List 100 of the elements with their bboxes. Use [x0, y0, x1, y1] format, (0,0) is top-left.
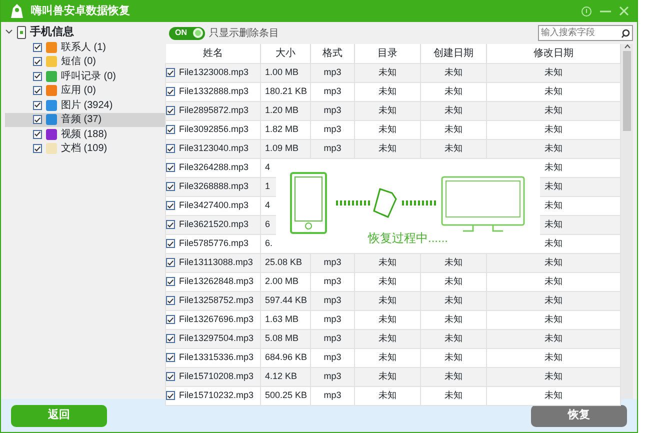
- sidebar-item[interactable]: 应用 (0): [5, 84, 165, 98]
- sidebar-item[interactable]: 呼叫记录 (0): [5, 69, 165, 84]
- row-checkbox[interactable]: [166, 87, 175, 96]
- column-header[interactable]: 大小: [260, 44, 310, 63]
- checkbox[interactable]: [33, 86, 42, 96]
- table-cell: 未知: [354, 101, 420, 120]
- sidebar-item[interactable]: 视频 (188): [5, 127, 165, 142]
- table-cell: 1.00 MB: [260, 63, 310, 82]
- sidebar-item[interactable]: 音频 (37): [5, 112, 165, 127]
- table-cell: 597.44 KB: [260, 291, 310, 310]
- table-cell: 未知: [354, 386, 420, 405]
- sidebar-item[interactable]: 短信 (0): [5, 54, 165, 69]
- table-cell: 未知: [420, 101, 486, 120]
- checkbox[interactable]: [33, 144, 42, 154]
- table-cell: 未知: [354, 348, 420, 367]
- file-name: File3621520.mp3: [179, 218, 249, 231]
- row-checkbox[interactable]: [166, 334, 175, 343]
- checkbox[interactable]: [33, 100, 42, 110]
- row-checkbox[interactable]: [166, 258, 175, 267]
- table-cell: 未知: [420, 367, 486, 386]
- scrollbar[interactable]: [621, 44, 633, 399]
- checkbox[interactable]: [33, 42, 42, 52]
- row-checkbox[interactable]: [166, 239, 175, 248]
- file-name: File5785776.mp3: [179, 236, 249, 250]
- table-cell: 未知: [420, 329, 486, 348]
- table-cell: mp3: [310, 82, 354, 101]
- column-header[interactable]: 姓名: [166, 44, 260, 63]
- table-cell: 未知: [420, 63, 486, 82]
- table-cell: 未知: [420, 348, 486, 367]
- row-checkbox[interactable]: [166, 220, 175, 229]
- table-cell: 5.08 MB: [260, 329, 310, 348]
- table-cell: 未知: [354, 291, 420, 310]
- table-cell: 未知: [354, 272, 420, 291]
- item-label: 文档 (109): [61, 142, 108, 156]
- checkbox[interactable]: [33, 130, 42, 139]
- sidebar-item[interactable]: 文档 (109): [5, 142, 165, 156]
- file-name: File13315336.mp3: [179, 350, 254, 364]
- window-title: 嗨叫兽安卓数据恢复: [31, 4, 130, 19]
- file-name: File1332888.mp3: [179, 84, 249, 98]
- table-cell: 500.25 KB: [260, 386, 310, 405]
- table-cell: 未知: [420, 272, 486, 291]
- file-name: File3092856.mp3: [179, 122, 249, 136]
- row-checkbox[interactable]: [166, 372, 175, 381]
- row-checkbox[interactable]: [166, 277, 175, 286]
- table-cell: 未知: [486, 139, 620, 158]
- row-checkbox[interactable]: [166, 106, 175, 115]
- tree-root-label[interactable]: 手机信息: [30, 24, 74, 40]
- table-cell: 25.08 KB: [260, 253, 310, 272]
- table-cell: 684.96 KB: [260, 348, 310, 367]
- search-field[interactable]: 输入搜索字段: [538, 25, 633, 41]
- table-cell: 未知: [486, 63, 620, 82]
- toggle-switch[interactable]: ON: [169, 26, 205, 40]
- table-cell: 未知: [354, 310, 420, 329]
- column-header[interactable]: 格式: [310, 44, 354, 63]
- sidebar-item[interactable]: 图片 (3924): [5, 98, 165, 112]
- sidebar-item[interactable]: 联系人 (1): [5, 40, 165, 54]
- column-header[interactable]: 修改日期: [486, 44, 620, 63]
- scroll-up-icon[interactable]: [624, 44, 630, 49]
- table-cell: 未知: [420, 253, 486, 272]
- row-checkbox[interactable]: [166, 163, 175, 172]
- row-checkbox[interactable]: [166, 125, 175, 134]
- table-cell: 未知: [486, 367, 620, 386]
- chevron-down-icon[interactable]: [5, 29, 13, 35]
- table-cell: 1.82 MB: [260, 120, 310, 139]
- scrollbar-thumb[interactable]: [623, 51, 631, 131]
- checkbox[interactable]: [33, 115, 42, 124]
- row-checkbox[interactable]: [166, 182, 175, 191]
- row-checkbox[interactable]: [166, 391, 175, 400]
- table-cell: 未知: [486, 386, 620, 405]
- column-header[interactable]: 目录: [354, 44, 420, 63]
- table-cell: 未知: [486, 272, 620, 291]
- column-header[interactable]: 创建日期: [420, 44, 486, 63]
- file-name: File2895872.mp3: [179, 104, 249, 117]
- table-cell: 未知: [486, 310, 620, 329]
- row-checkbox[interactable]: [166, 296, 175, 305]
- table-cell: mp3: [310, 120, 354, 139]
- row-checkbox[interactable]: [166, 68, 175, 77]
- table-cell: 未知: [354, 139, 420, 158]
- file-name: File13267696.mp3: [179, 312, 254, 326]
- search-icon: [621, 28, 630, 38]
- row-checkbox[interactable]: [166, 201, 175, 210]
- table-cell: 未知: [420, 291, 486, 310]
- item-label: 呼叫记录 (0): [61, 70, 116, 84]
- file-name: File13262848.mp3: [179, 274, 254, 288]
- table-cell: 未知: [486, 291, 620, 310]
- table-cell: 未知: [354, 120, 420, 139]
- item-label: 联系人 (1): [61, 40, 106, 55]
- table-cell: 1.20 MB: [260, 101, 310, 120]
- item-label: 图片 (3924): [61, 98, 113, 113]
- table-cell: mp3: [310, 329, 354, 348]
- table-cell: mp3: [310, 253, 354, 272]
- table-cell: 1.09 MB: [260, 139, 310, 158]
- row-checkbox[interactable]: [166, 315, 175, 324]
- recover-button[interactable]: 恢复: [531, 404, 627, 426]
- row-checkbox[interactable]: [166, 144, 175, 153]
- row-checkbox[interactable]: [166, 353, 175, 362]
- table-cell: 未知: [420, 139, 486, 158]
- table-cell: 未知: [354, 63, 420, 82]
- checkbox[interactable]: [33, 57, 42, 66]
- checkbox[interactable]: [33, 72, 42, 81]
